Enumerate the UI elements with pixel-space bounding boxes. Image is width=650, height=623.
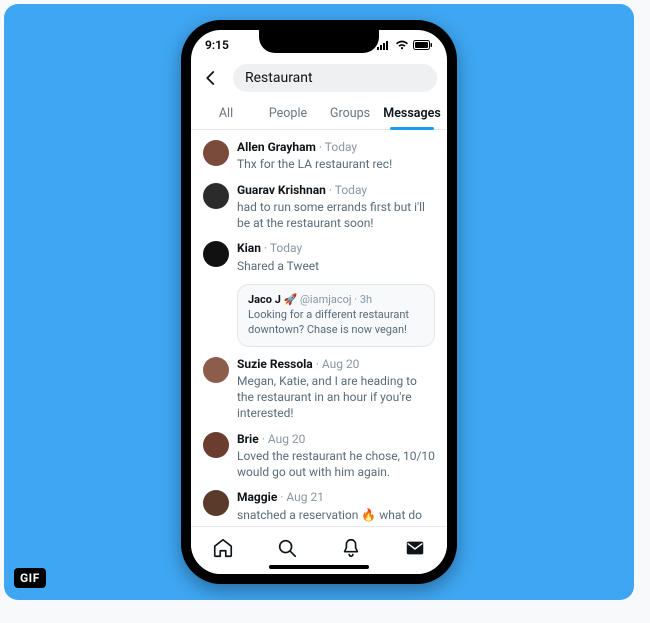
quoted-handle: @iamjacoj	[300, 293, 351, 306]
chevron-left-icon	[202, 69, 220, 87]
message-header: Allen Grayham · Today	[237, 140, 435, 154]
message-header: Maggie · Aug 21	[237, 490, 435, 504]
phone-notch	[259, 29, 379, 53]
nav-search[interactable]	[276, 537, 298, 559]
message-preview: Loved the restaurant he chose, 10/10 wou…	[237, 448, 435, 480]
search-header: Restaurant	[191, 60, 447, 98]
sender-name: Allen Grayham	[237, 140, 316, 154]
sender-name: Maggie	[237, 490, 277, 504]
tab-groups[interactable]: Groups	[319, 98, 381, 129]
battery-icon	[413, 40, 433, 50]
message-header: Suzie Ressola · Aug 20	[237, 357, 435, 371]
tab-people[interactable]: People	[257, 98, 319, 129]
message-preview: Thx for the LA restaurant rec!	[237, 156, 435, 172]
home-icon	[212, 537, 234, 559]
message-preview: Shared a Tweet	[237, 258, 435, 274]
message-header: Guarav Krishnan · Today	[237, 183, 435, 197]
app-screen: Restaurant All People Groups Messages Al…	[191, 60, 447, 574]
message-row[interactable]: Brie · Aug 20 Loved the restaurant he ch…	[191, 426, 447, 485]
message-preview: Megan, Katie, and I are heading to the r…	[237, 373, 435, 422]
avatar	[203, 140, 229, 166]
message-row[interactable]: Suzie Ressola · Aug 20 Megan, Katie, and…	[191, 351, 447, 426]
message-header: Kian · Today	[237, 241, 435, 255]
nav-home[interactable]	[212, 537, 234, 559]
search-tabs: All People Groups Messages	[191, 98, 447, 130]
search-input[interactable]: Restaurant	[233, 64, 437, 92]
quoted-text: Looking for a different restaurant downt…	[248, 308, 424, 338]
tab-all[interactable]: All	[195, 98, 257, 129]
home-indicator[interactable]	[269, 565, 369, 569]
phone-mockup: 9:15 Restaurant All	[181, 20, 457, 584]
sender-name: Guarav Krishnan	[237, 183, 326, 197]
sender-name: Brie	[237, 432, 259, 446]
message-row[interactable]: Allen Grayham · Today Thx for the LA res…	[191, 134, 447, 177]
quoted-time: 3h	[360, 293, 372, 306]
bell-icon	[340, 537, 362, 559]
message-preview: had to run some errands first but i'll b…	[237, 199, 435, 231]
message-row[interactable]: Guarav Krishnan · Today had to run some …	[191, 177, 447, 236]
sender-name: Suzie Ressola	[237, 357, 313, 371]
message-row[interactable]: Maggie · Aug 21 snatched a reservation 🔥…	[191, 484, 447, 526]
signal-icon	[377, 40, 391, 50]
message-row[interactable]: Kian · Today Shared a Tweet	[191, 235, 447, 278]
quoted-author: Jaco J	[248, 293, 281, 306]
message-time: Aug 20	[268, 432, 306, 446]
avatar	[203, 241, 229, 267]
nav-messages[interactable]	[404, 537, 426, 559]
search-icon	[276, 537, 298, 559]
status-right-cluster	[377, 40, 433, 50]
avatar	[203, 432, 229, 458]
message-time: Aug 21	[286, 490, 324, 504]
gif-badge: GIF	[14, 568, 46, 588]
message-time: Today	[325, 140, 357, 154]
avatar	[203, 490, 229, 516]
tab-messages[interactable]: Messages	[381, 98, 443, 129]
sender-name: Kian	[237, 241, 261, 255]
message-time: Today	[335, 183, 367, 197]
quoted-tweet-header: Jaco J 🚀 @iamjacoj · 3h	[248, 293, 424, 306]
quoted-tweet[interactable]: Jaco J 🚀 @iamjacoj · 3h Looking for a di…	[237, 284, 435, 347]
media-frame: 9:15 Restaurant All	[4, 4, 634, 600]
messages-feed[interactable]: Allen Grayham · Today Thx for the LA res…	[191, 130, 447, 526]
message-time: Aug 20	[322, 357, 360, 371]
nav-notifications[interactable]	[340, 537, 362, 559]
rocket-icon: 🚀	[284, 293, 298, 306]
wifi-icon	[395, 40, 409, 50]
mail-icon	[404, 537, 426, 559]
avatar	[203, 183, 229, 209]
message-time: Today	[270, 241, 302, 255]
back-button[interactable]	[197, 64, 225, 92]
status-time: 9:15	[205, 38, 229, 52]
message-preview: snatched a reservation 🔥 what do you thi…	[237, 507, 435, 526]
message-header: Brie · Aug 20	[237, 432, 435, 446]
avatar	[203, 357, 229, 383]
